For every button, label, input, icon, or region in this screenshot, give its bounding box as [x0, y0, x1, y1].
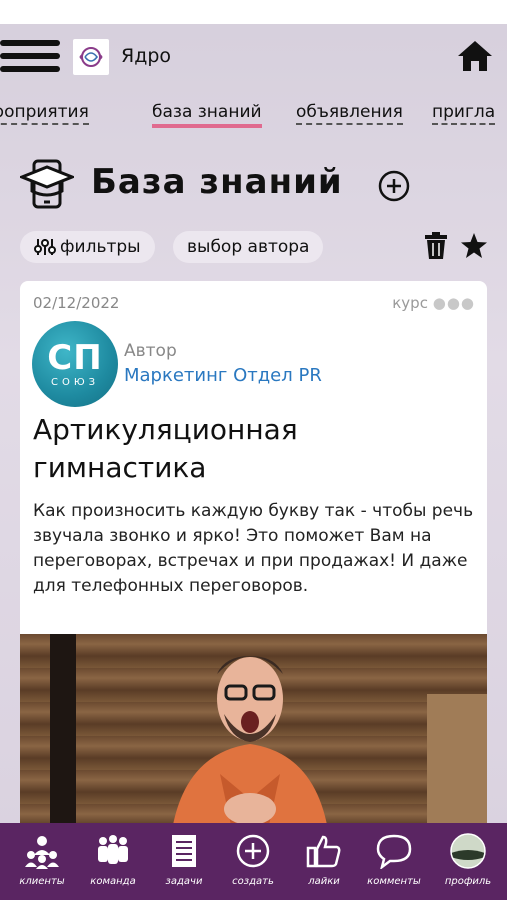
author-caption: Автор [124, 341, 177, 361]
tasks-icon [172, 835, 196, 867]
card-description: Как произносить каждую букву так - чтобы… [33, 501, 474, 596]
nav-team-label: команда [90, 876, 136, 887]
background-window [427, 694, 487, 841]
comment-icon [376, 834, 412, 869]
profile-icon [450, 833, 486, 869]
tabs-bar: мероприятия база знаний объявления пригл… [0, 96, 507, 136]
nav-create-label: создать [232, 876, 274, 887]
brain-logo-icon [79, 47, 103, 67]
nav-tasks-label: задачи [165, 876, 203, 887]
clients-icon [25, 836, 59, 869]
create-icon [236, 834, 270, 868]
author-avatar[interactable]: СП СОЮЗ [32, 321, 118, 407]
filters-button[interactable]: фильтры [20, 231, 155, 263]
bottom-navigation: клиенты команда задачи создать лайки ком… [0, 823, 507, 900]
wooden-post [50, 634, 76, 841]
author-select-label: выбор автора [187, 237, 310, 257]
add-circle-icon[interactable] [378, 170, 410, 202]
team-icon [98, 835, 128, 864]
menu-icon[interactable] [0, 40, 60, 74]
nav-likes-label: лайки [308, 876, 340, 887]
knowledge-card[interactable]: 02/12/2022 курс ●●● СП СОЮЗ Автор Маркет… [20, 281, 487, 841]
card-type: курс ●●● [392, 294, 475, 312]
home-icon[interactable] [456, 38, 494, 74]
nav-profile[interactable]: профиль [432, 823, 504, 900]
video-thumbnail[interactable] [20, 634, 487, 841]
nav-team[interactable]: команда [77, 823, 149, 900]
card-type-label: курс [392, 294, 428, 312]
nav-clients-label: клиенты [19, 876, 65, 887]
filters-label: фильтры [60, 237, 141, 257]
nav-clients[interactable]: клиенты [6, 823, 78, 900]
author-name-link[interactable]: Маркетинг Отдел PR [124, 365, 322, 386]
page-title: База знаний [91, 162, 343, 202]
nav-tasks[interactable]: задачи [148, 823, 220, 900]
like-icon [306, 835, 341, 868]
star-icon[interactable] [460, 232, 488, 260]
trash-icon[interactable] [424, 232, 448, 260]
avatar-logo-subtext: СОЮЗ [50, 376, 100, 388]
filter-sliders-icon [34, 239, 56, 255]
avatar-logo-text: СП [47, 337, 103, 378]
app-logo [73, 39, 109, 75]
knowledge-base-icon [20, 159, 74, 209]
tab-invitations[interactable]: пригла [432, 102, 496, 125]
nav-comments[interactable]: комменты [358, 823, 430, 900]
nav-comments-label: комменты [367, 876, 421, 887]
card-date: 02/12/2022 [33, 294, 120, 312]
tab-events[interactable]: мероприятия [0, 102, 89, 125]
tab-announcements[interactable]: объявления [296, 102, 403, 125]
app-name: Ядро [121, 45, 172, 67]
top-bar: Ядро [0, 24, 507, 86]
nav-create[interactable]: создать [217, 823, 289, 900]
nav-likes[interactable]: лайки [288, 823, 360, 900]
presenter-figure [170, 656, 330, 841]
card-title[interactable]: Артикуляционная гимнастика [33, 411, 473, 487]
more-dots-icon[interactable]: ●●● [433, 294, 475, 312]
nav-profile-label: профиль [444, 876, 492, 887]
status-bar [0, 0, 507, 24]
tab-knowledge-base[interactable]: база знаний [152, 102, 262, 128]
author-select-button[interactable]: выбор автора [173, 231, 324, 263]
